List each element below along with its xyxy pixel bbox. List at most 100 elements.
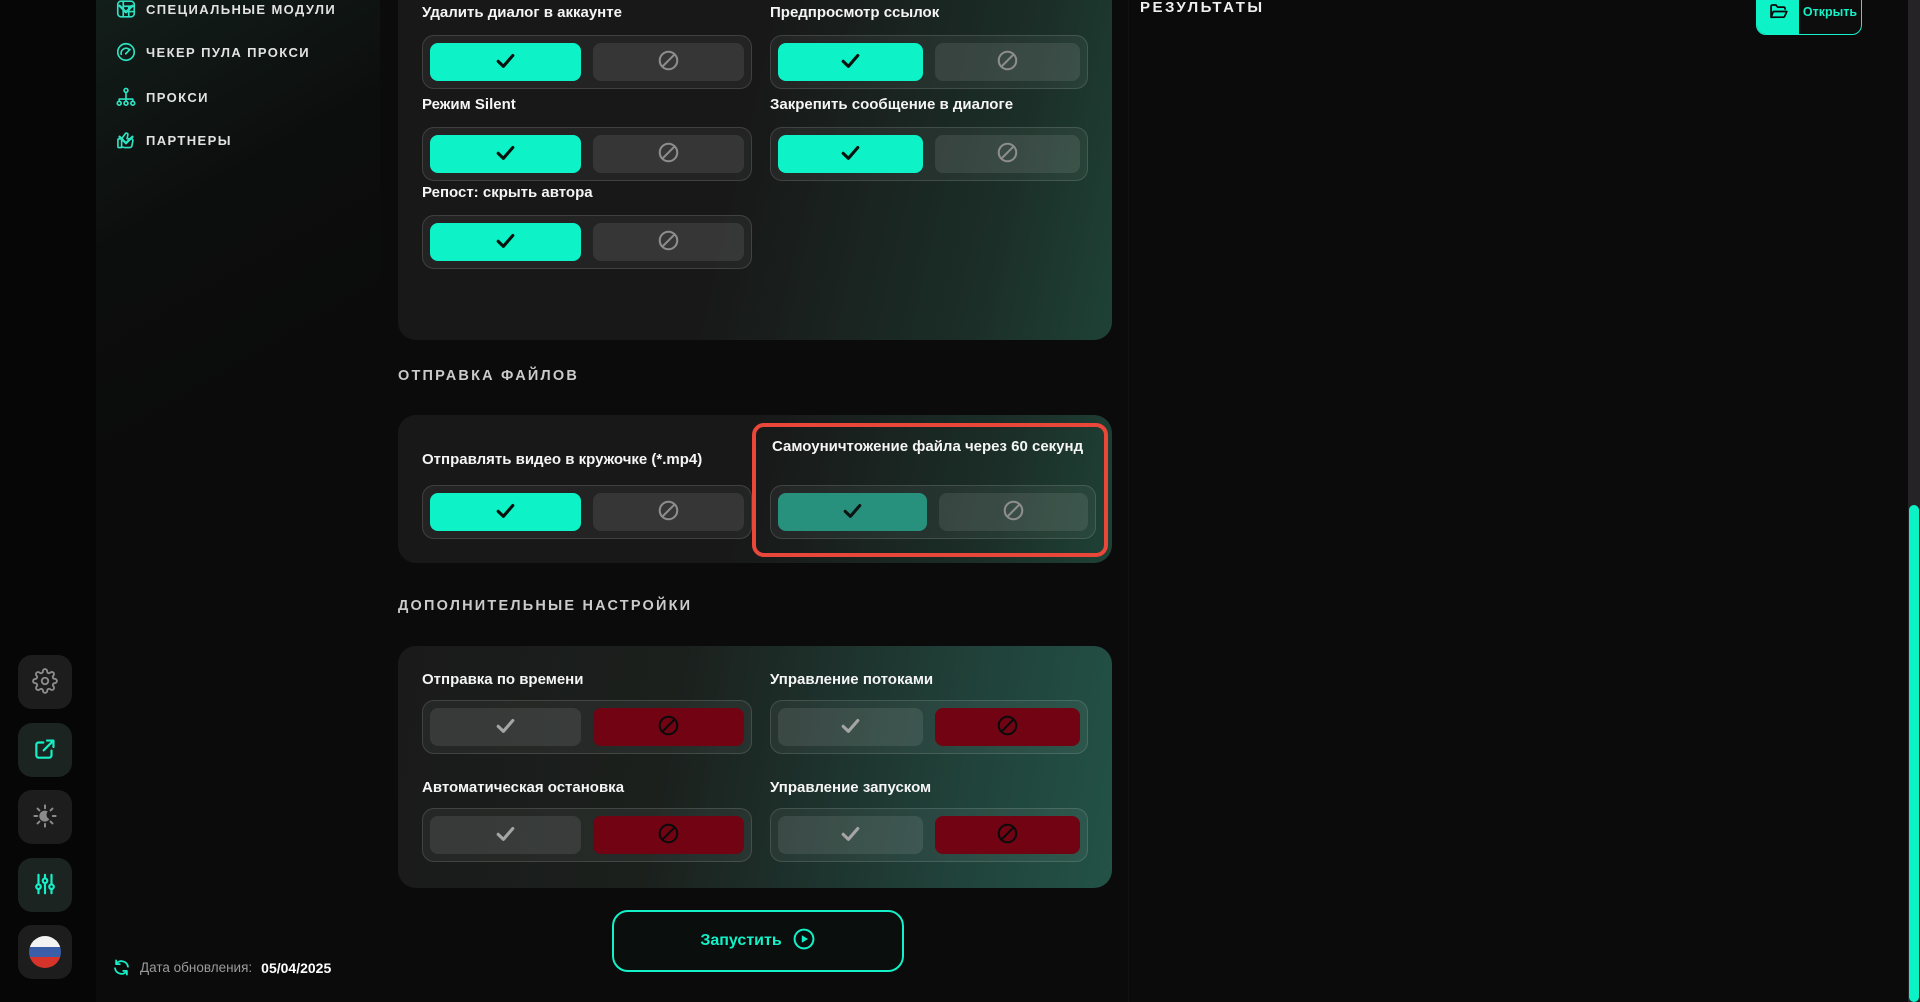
toggle-no-button[interactable] — [593, 223, 744, 261]
results-header: РЕЗУЛЬТАТЫ — [1140, 0, 1265, 16]
toggle-no-button[interactable] — [593, 816, 744, 854]
play-circle-icon — [792, 927, 816, 956]
toggle-no-button[interactable] — [935, 708, 1080, 746]
check-icon — [493, 48, 518, 76]
extra-settings-card: Отправка по времениУправление потокамиАв… — [398, 646, 1112, 888]
toggle-label: Репост: скрыть автора — [422, 183, 752, 202]
left-rail — [0, 0, 96, 1002]
ban-icon — [656, 713, 681, 741]
ban-icon — [656, 48, 681, 76]
toggle-yes-button[interactable] — [430, 223, 581, 261]
toggle-label: Управление потоками — [770, 670, 1088, 689]
check-icon — [493, 498, 518, 526]
toggle-no-button[interactable] — [935, 816, 1080, 854]
rail-button-sliders[interactable] — [18, 858, 72, 912]
toggle-yes-button[interactable] — [778, 43, 923, 81]
network-icon — [115, 86, 137, 108]
ban-icon — [656, 140, 681, 168]
scrollbar-thumb[interactable] — [1909, 505, 1919, 1002]
toggle-label: Удалить диалог в аккаунте — [422, 3, 752, 22]
toggle-group — [422, 700, 752, 754]
ban-icon — [995, 48, 1020, 76]
toggle-group — [422, 215, 752, 269]
refresh-icon[interactable] — [112, 958, 131, 977]
rail-button-flag-ru[interactable] — [18, 925, 72, 979]
scrollbar-track[interactable] — [1908, 0, 1920, 1002]
gauge-icon — [115, 41, 137, 63]
toggle-no-button[interactable] — [935, 43, 1080, 81]
toggle-yes-button[interactable] — [430, 493, 581, 531]
sidebar-item-label: ПАРТНЕРЫ — [146, 133, 232, 148]
check-icon — [838, 48, 863, 76]
message-settings-card: Удалить диалог в аккаунте Предпросмотр сс… — [398, 0, 1112, 340]
check-icon — [493, 821, 518, 849]
toggle-label: Режим Silent — [422, 95, 752, 114]
sliders-icon — [32, 871, 58, 900]
toggle-group — [770, 700, 1088, 754]
toggle-no-button[interactable] — [935, 135, 1080, 173]
file-section-header: ОТПРАВКА ФАЙЛОВ — [398, 368, 579, 384]
toggle-group — [422, 485, 752, 539]
check-icon — [838, 821, 863, 849]
update-row: Дата обновления: 05/04/2025 — [112, 958, 331, 977]
toggle-group — [422, 808, 752, 862]
toggle-label: Отправлять видео в кружочке (*.mp4) — [422, 450, 752, 469]
external-link-icon — [32, 736, 58, 765]
toggle-no-button[interactable] — [593, 43, 744, 81]
check-icon — [838, 713, 863, 741]
rail-button-theme[interactable] — [18, 790, 72, 844]
sidebar-item-label: ПРОКСИ — [146, 90, 209, 105]
toggle-group — [770, 808, 1088, 862]
sidebar-item[interactable]: ПАРТНЕРЫ — [96, 118, 380, 162]
ban-icon — [656, 228, 681, 256]
ban-icon — [995, 821, 1020, 849]
ban-icon — [1001, 498, 1026, 526]
check-icon — [493, 713, 518, 741]
toggle-label: Закрепить сообщение в диалоге — [770, 95, 1088, 114]
toggle-group — [770, 127, 1088, 181]
toggle-label: Самоуничтожение файла через 60 секунд — [772, 437, 1084, 456]
toggle-label: Предпросмотр ссылок — [770, 3, 1088, 22]
toggle-group — [422, 35, 752, 89]
toggle-yes-button[interactable] — [778, 493, 927, 531]
toggle-no-button[interactable] — [593, 493, 744, 531]
toggle-yes-button[interactable] — [430, 816, 581, 854]
sidebar-item[interactable]: ПРОКСИ — [96, 75, 380, 119]
ban-icon — [656, 821, 681, 849]
toggle-yes-button[interactable] — [430, 43, 581, 81]
toggle-yes-button[interactable] — [430, 708, 581, 746]
chevron-down-icon — [115, 0, 137, 20]
ban-icon — [995, 713, 1020, 741]
toggle-yes-button[interactable] — [778, 816, 923, 854]
toggle-yes-button[interactable] — [430, 135, 581, 173]
run-button-label: Запустить — [700, 932, 781, 950]
sidebar: СПЕЦИАЛЬНЫЕ МОДУЛИ ЧЕКЕР ПУЛА ПРОКСИ ПРОКС… — [96, 0, 380, 560]
check-icon — [493, 140, 518, 168]
toggle-label: Автоматическая остановка — [422, 778, 752, 797]
check-icon — [838, 140, 863, 168]
open-results-button[interactable]: Открыть — [1756, 0, 1862, 35]
sidebar-item[interactable]: СПЕЦИАЛЬНЫЕ МОДУЛИ — [96, 0, 380, 31]
toggle-no-button[interactable] — [593, 708, 744, 746]
toggle-group — [770, 35, 1088, 89]
sidebar-item-label: ЧЕКЕР ПУЛА ПРОКСИ — [146, 45, 310, 60]
file-settings-card: Отправлять видео в кружочке (*.mp4) Самоу… — [398, 415, 1112, 563]
toggle-yes-button[interactable] — [778, 708, 923, 746]
chevron-down-icon — [115, 129, 137, 151]
sidebar-item-label: СПЕЦИАЛЬНЫЕ МОДУЛИ — [146, 2, 336, 17]
toggle-label: Управление запуском — [770, 778, 1088, 797]
rail-button-external-link[interactable] — [18, 723, 72, 777]
sidebar-item[interactable]: ЧЕКЕР ПУЛА ПРОКСИ — [96, 30, 380, 74]
toggle-no-button[interactable] — [593, 135, 744, 173]
open-button-label: Открыть — [1799, 0, 1861, 34]
rail-button-gear[interactable] — [18, 655, 72, 709]
update-label: Дата обновления: — [140, 960, 252, 975]
run-button[interactable]: Запустить — [612, 910, 904, 972]
check-icon — [493, 228, 518, 256]
content-divider — [1128, 0, 1129, 1002]
folder-open-icon — [1757, 0, 1799, 34]
toggle-yes-button[interactable] — [778, 135, 923, 173]
toggle-no-button[interactable] — [939, 493, 1088, 531]
extra-section-header: ДОПОЛНИТЕЛЬНЫЕ НАСТРОЙКИ — [398, 598, 692, 614]
ban-icon — [995, 140, 1020, 168]
